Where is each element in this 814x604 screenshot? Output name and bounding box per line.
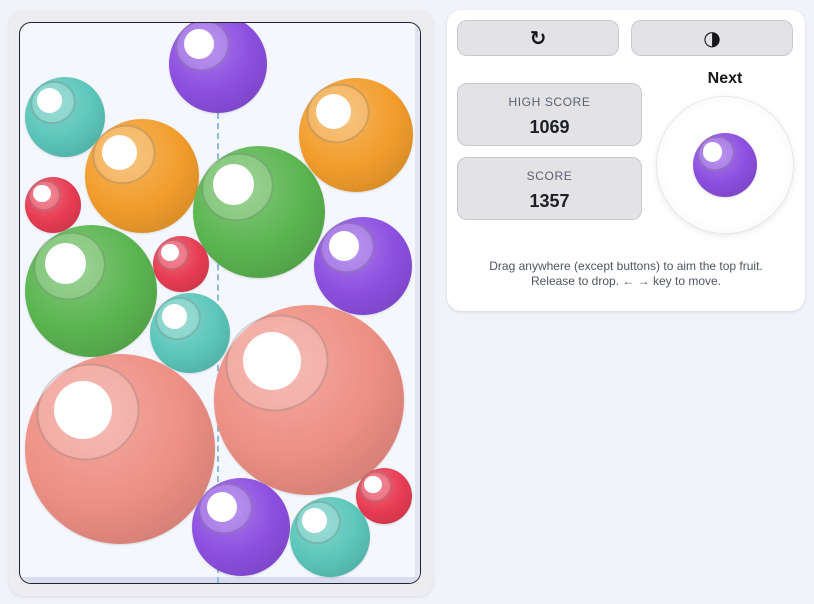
restart-icon: ↻ [529,26,547,50]
high-score-value: 1069 [529,117,570,137]
theme-toggle-button[interactable]: ◑ [631,20,793,56]
apple-fruit [23,348,215,544]
fruit-shine [37,88,62,113]
cherry-fruit [152,234,209,292]
instructions-line-1: Drag anywhere (except buttons) to aim th… [489,259,763,273]
high-score-label: HIGH SCORE [508,95,591,109]
grape-fruit [312,213,412,315]
game-board-card [9,10,433,596]
orange-fruit [297,74,413,192]
fruit-shine [183,28,215,60]
orange-fruit [83,115,199,233]
score-value: 1357 [529,191,570,211]
fruit-shine [206,491,238,523]
restart-button[interactable]: ↻ [457,20,619,56]
peach-fruit [148,290,230,373]
board-right-wall [415,23,420,583]
fruit-shine [328,230,360,262]
apple-fruit [212,299,404,495]
cherry-fruit [24,175,81,233]
fruit-shine [364,475,382,494]
score-label: SCORE [526,169,573,183]
melon-fruit [23,221,157,357]
grape-fruit [167,23,267,113]
next-label: Next [707,70,743,87]
instructions-line-2: Release to drop. ← → key to move. [530,274,722,288]
fruit-shine [162,304,187,329]
fruit-shine [212,164,254,206]
fruit-shine [702,141,723,162]
board-floor [20,577,420,583]
next-grape-fruit [691,130,757,197]
fruit-shine [302,508,327,533]
peach-fruit [288,494,370,577]
control-panel: ↻ ◑ HIGH SCORE 1069 SCORE 1357 Next Drag… [447,10,805,311]
next-fruit-preview [657,97,793,233]
high-score-box: HIGH SCORE 1069 [457,83,642,146]
fruit-shine [44,243,86,285]
fruit-shine [161,243,179,262]
game-board[interactable] [19,22,421,584]
fruit-shine [33,184,51,203]
contrast-icon: ◑ [703,26,721,50]
score-box: SCORE 1357 [457,157,642,220]
melon-fruit [191,142,325,278]
instructions-text: Drag anywhere (except buttons) to aim th… [447,259,805,289]
grape-fruit [190,474,290,576]
